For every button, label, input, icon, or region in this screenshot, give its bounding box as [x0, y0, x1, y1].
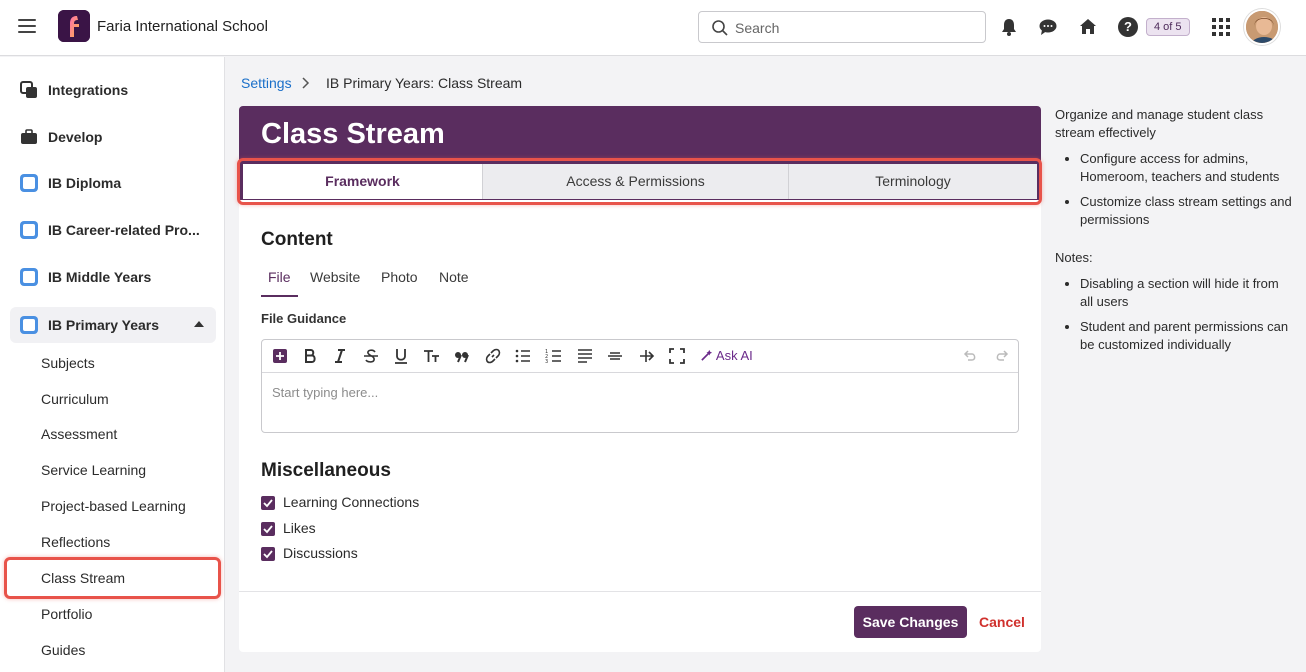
subtab-file[interactable]: File [261, 269, 298, 297]
ib-middle-years-icon [20, 268, 38, 286]
app-title: Faria International School [97, 18, 268, 35]
chevron-right-icon [302, 77, 310, 89]
content-section-title: Content [261, 229, 333, 250]
subtab-photo[interactable]: Photo [381, 269, 418, 297]
school-logo[interactable] [58, 10, 90, 42]
link-icon[interactable] [484, 347, 502, 365]
svg-text:3: 3 [545, 359, 548, 365]
editor-placeholder: Start typing here... [272, 385, 379, 400]
user-avatar[interactable] [1244, 9, 1280, 45]
bulleted-list-icon[interactable] [514, 347, 532, 365]
undo-icon[interactable] [961, 347, 979, 365]
sidebar-subitem-project-based-learning[interactable]: Project-based Learning [41, 498, 186, 514]
file-guidance-editor[interactable]: 123 Ask AI Start typing here... [261, 339, 1019, 433]
sidebar-item-ib-middle-years[interactable]: IB Middle Years [10, 259, 216, 295]
ask-ai-button[interactable]: Ask AI [700, 348, 753, 363]
sidebar-subitem-assessment[interactable]: Assessment [41, 426, 117, 442]
save-changes-button[interactable]: Save Changes [854, 606, 967, 638]
sidebar-item-label: Develop [48, 129, 103, 145]
hamburger-menu-icon[interactable] [18, 19, 36, 33]
chat-icon[interactable] [1037, 16, 1059, 38]
sidebar-subitem-portfolio[interactable]: Portfolio [41, 606, 92, 622]
search-box[interactable] [698, 11, 986, 43]
sidebar-subitem-subjects[interactable]: Subjects [41, 355, 95, 371]
info-bullets: Configure access for admins, Homeroom, t… [1080, 150, 1295, 229]
info-bullet: Customize class stream settings and perm… [1080, 193, 1295, 229]
italic-icon[interactable] [331, 347, 349, 365]
tabs-highlight [237, 158, 1042, 205]
home-icon[interactable] [1077, 16, 1099, 38]
sidebar-subitem-curriculum[interactable]: Curriculum [41, 391, 109, 407]
bold-icon[interactable] [301, 347, 319, 365]
redo-icon[interactable] [993, 347, 1011, 365]
card-header: Class Stream [239, 106, 1041, 162]
info-bullet: Configure access for admins, Homeroom, t… [1080, 150, 1295, 186]
horizontal-rule-icon[interactable] [606, 347, 624, 365]
note-item: Disabling a section will hide it from al… [1080, 275, 1295, 311]
sidebar-item-integrations[interactable]: Integrations [10, 72, 216, 108]
checkbox-label: Likes [283, 520, 316, 536]
checkbox-label: Learning Connections [283, 494, 420, 510]
help-icon[interactable]: ? [1118, 17, 1138, 37]
class-stream-highlight [4, 557, 221, 599]
cancel-button[interactable]: Cancel [979, 614, 1025, 630]
editor-toolbar: 123 Ask AI [262, 340, 1018, 373]
note-item: Student and parent permissions can be cu… [1080, 318, 1295, 354]
quote-icon[interactable] [453, 347, 471, 365]
search-input[interactable] [735, 18, 975, 38]
insert-block-icon[interactable] [271, 347, 289, 365]
sidebar-item-label: IB Diploma [48, 175, 122, 191]
text-direction-icon[interactable] [637, 347, 655, 365]
ib-diploma-icon [20, 174, 38, 192]
sidebar-subitem-guides[interactable]: Guides [41, 642, 85, 658]
apps-grid-icon[interactable] [1212, 18, 1230, 36]
miscellaneous-section-title: Miscellaneous [261, 460, 391, 481]
briefcase-icon [21, 129, 37, 144]
ask-ai-label: Ask AI [715, 348, 753, 363]
notes-list: Disabling a section will hide it from al… [1080, 275, 1295, 354]
checkbox-label: Discussions [283, 545, 358, 561]
sparkle-wand-icon [701, 349, 713, 361]
sidebar-item-ib-primary-years[interactable]: IB Primary Years [10, 307, 216, 343]
sidebar-subitem-service-learning[interactable]: Service Learning [41, 462, 146, 478]
sidebar-item-label: Integrations [48, 82, 129, 98]
sidebar-item-develop[interactable]: Develop [10, 119, 216, 155]
page-title: Class Stream [261, 118, 445, 150]
bell-icon[interactable] [998, 16, 1020, 38]
align-left-icon[interactable] [576, 347, 594, 365]
strikethrough-icon[interactable] [362, 347, 380, 365]
subtab-note[interactable]: Note [439, 269, 469, 297]
sidebar-item-ib-career[interactable]: IB Career-related Pro... [10, 212, 216, 248]
breadcrumb-current: IB Primary Years: Class Stream [326, 75, 523, 91]
sidebar-subitem-reflections[interactable]: Reflections [41, 534, 110, 550]
numbered-list-icon[interactable]: 123 [545, 347, 563, 365]
info-intro: Organize and manage student class stream… [1055, 107, 1264, 140]
likes-checkbox[interactable] [261, 522, 275, 536]
top-bar: Faria International School ? 4 of 5 [0, 0, 1306, 56]
ib-career-icon [20, 221, 38, 239]
integrations-icon [20, 81, 37, 98]
progress-badge[interactable]: 4 of 5 [1146, 18, 1190, 36]
fullscreen-icon[interactable] [668, 347, 686, 365]
sidebar-item-label: IB Middle Years [48, 269, 152, 285]
font-size-icon[interactable] [423, 347, 441, 365]
search-icon [712, 20, 728, 36]
sidebar-item-ib-diploma[interactable]: IB Diploma [10, 165, 216, 201]
breadcrumb-settings-link[interactable]: Settings [241, 75, 292, 91]
chevron-up-icon [194, 321, 204, 327]
subtab-website[interactable]: Website [310, 269, 360, 297]
file-guidance-label: File Guidance [261, 311, 347, 326]
discussions-checkbox[interactable] [261, 547, 275, 561]
underline-icon[interactable] [392, 347, 410, 365]
sidebar-item-label: IB Career-related Pro... [48, 222, 200, 238]
sidebar-item-label: IB Primary Years [48, 317, 160, 333]
footer-divider [239, 591, 1041, 592]
notes-title: Notes: [1055, 250, 1093, 265]
info-panel: Organize and manage student class stream… [1055, 106, 1295, 361]
sidebar: Integrations Develop IB Diploma IB Caree… [0, 57, 225, 672]
learning-connections-checkbox[interactable] [261, 496, 275, 510]
ib-primary-years-icon [20, 316, 38, 334]
